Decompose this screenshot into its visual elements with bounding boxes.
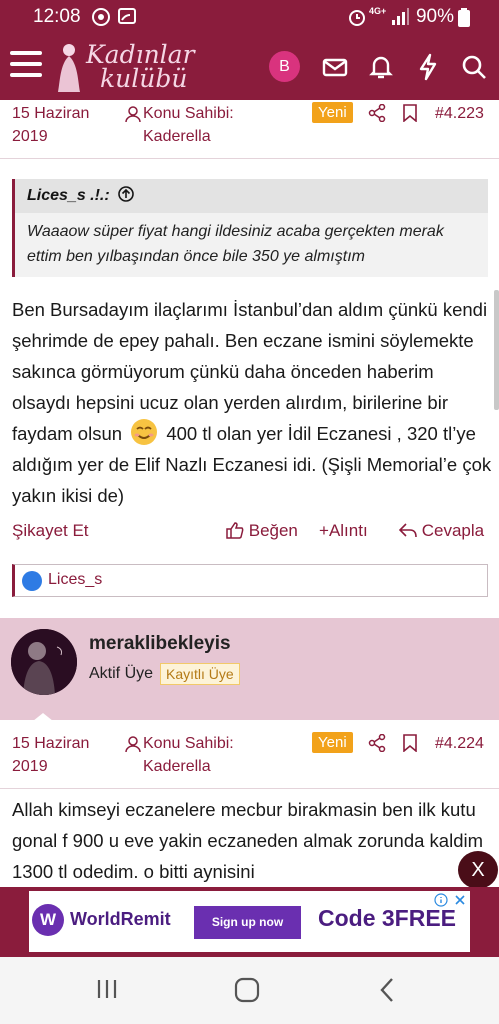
quote-button[interactable]: +Alıntı — [319, 521, 368, 541]
ad-brand: WorldRemit — [70, 909, 171, 929]
site-logo[interactable]: Kadınlar kulübü — [56, 40, 206, 94]
signal-icon — [392, 8, 409, 25]
network-label: 4G+ — [369, 6, 387, 16]
user-avatar[interactable]: B — [269, 51, 300, 82]
app-header: Kadınlar kulübü B — [0, 34, 499, 100]
back-icon[interactable] — [378, 977, 396, 1003]
thread-author[interactable]: Konu Sahibi: Kaderella — [143, 732, 253, 778]
report-button[interactable]: Şikayet Et — [12, 521, 89, 541]
like-badge-icon — [22, 571, 42, 591]
avatar-portrait-icon — [11, 629, 77, 695]
reply-button[interactable]: Cevapla — [398, 521, 485, 541]
user-role-badge: Kayıtlı Üye — [160, 663, 240, 685]
quote-author: Lices_s .!.: — [27, 187, 110, 204]
user-icon — [125, 736, 141, 752]
new-badge: Yeni — [312, 732, 353, 753]
clock: 12:08 — [33, 6, 81, 27]
plus-icon: + — [319, 521, 329, 540]
post-meta-2: 15 Haziran 2019 Konu Sahibi: Kaderella Y… — [0, 732, 499, 782]
post-body-2: Allah kimseyi eczanelere mecbur birakmas… — [12, 799, 484, 882]
ad-signup-button[interactable]: Sign up now — [194, 906, 301, 939]
system-nav-bar — [0, 957, 499, 1024]
menu-icon[interactable] — [10, 51, 42, 81]
likes-bar[interactable]: Lices_s — [12, 564, 488, 597]
ad-promo-code: Code 3FREE — [318, 905, 457, 931]
bolt-icon[interactable] — [413, 52, 443, 82]
card-notch — [33, 713, 53, 721]
divider — [0, 158, 499, 159]
post-number[interactable]: #4.223 — [435, 102, 484, 125]
user-icon — [125, 106, 141, 122]
post-number[interactable]: #4.224 — [435, 732, 484, 755]
cast-icon — [118, 8, 136, 24]
user-card: meraklibekleyis Aktif Üye Kayıtlı Üye — [0, 618, 499, 720]
envelope-icon[interactable] — [320, 52, 350, 82]
status-bar: 12:08 4G+ 90% — [0, 0, 499, 34]
divider — [0, 788, 499, 789]
close-ad-button[interactable]: X — [458, 851, 498, 889]
ad-band: W WorldRemit Sign up now Code 3FREE — [0, 887, 499, 957]
bookmark-icon[interactable] — [402, 734, 418, 752]
reply-label: Cevapla — [421, 521, 485, 540]
ad-banner[interactable]: W WorldRemit Sign up now Code 3FREE — [29, 891, 470, 952]
smile-emoji-icon — [131, 419, 158, 445]
share-icon[interactable] — [368, 104, 386, 122]
new-badge: Yeni — [312, 102, 353, 123]
thread-author[interactable]: Konu Sahibi: Kaderella — [143, 102, 253, 148]
liked-by[interactable]: Lices_s — [48, 571, 102, 589]
like-button[interactable]: Beğen — [226, 521, 298, 541]
scrollbar[interactable] — [494, 290, 499, 410]
bell-icon[interactable] — [366, 52, 396, 82]
user-avatar-image[interactable] — [11, 629, 77, 695]
username[interactable]: meraklibekleyis — [89, 633, 231, 655]
alarm-icon — [349, 10, 365, 26]
quote-text: Waaaow süper fiyat hangi ildesiniz acaba… — [27, 223, 444, 265]
arrow-up-circle-icon[interactable] — [118, 186, 134, 202]
post-actions: Şikayet Et Beğen +Alıntı Cevapla — [0, 518, 499, 548]
quote-label: Alıntı — [328, 521, 368, 540]
recent-apps-icon[interactable] — [95, 977, 121, 1001]
post-meta: 15 Haziran 2019 Konu Sahibi: Kaderella Y… — [0, 102, 499, 152]
reply-icon — [398, 523, 417, 538]
battery-percent: 90% — [415, 6, 454, 27]
quote-block: Lices_s .!.: Waaaow süper fiyat hangi il… — [12, 179, 488, 277]
notification-icon — [92, 8, 110, 26]
like-label: Beğen — [248, 521, 298, 540]
post-date[interactable]: 15 Haziran 2019 — [12, 732, 102, 778]
search-icon[interactable] — [459, 52, 489, 82]
post-date[interactable]: 15 Haziran 2019 — [12, 102, 102, 148]
logo-figure-icon — [58, 44, 80, 92]
bookmark-icon[interactable] — [402, 104, 418, 122]
share-icon[interactable] — [368, 734, 386, 752]
home-icon[interactable] — [234, 977, 260, 1003]
thumbs-up-icon — [226, 522, 244, 539]
post-body: Ben Bursadayım ilaçlarımı İstanbul’dan a… — [12, 294, 492, 511]
ad-close-icon[interactable] — [453, 893, 467, 907]
adchoices-icon[interactable] — [434, 893, 448, 907]
battery-icon — [458, 8, 470, 27]
user-title: Aktif Üye — [89, 665, 154, 682]
logo-text-line2: kulübü — [100, 64, 188, 93]
quote-header[interactable]: Lices_s .!.: — [15, 179, 488, 213]
worldremit-logo-icon: W — [32, 904, 64, 936]
